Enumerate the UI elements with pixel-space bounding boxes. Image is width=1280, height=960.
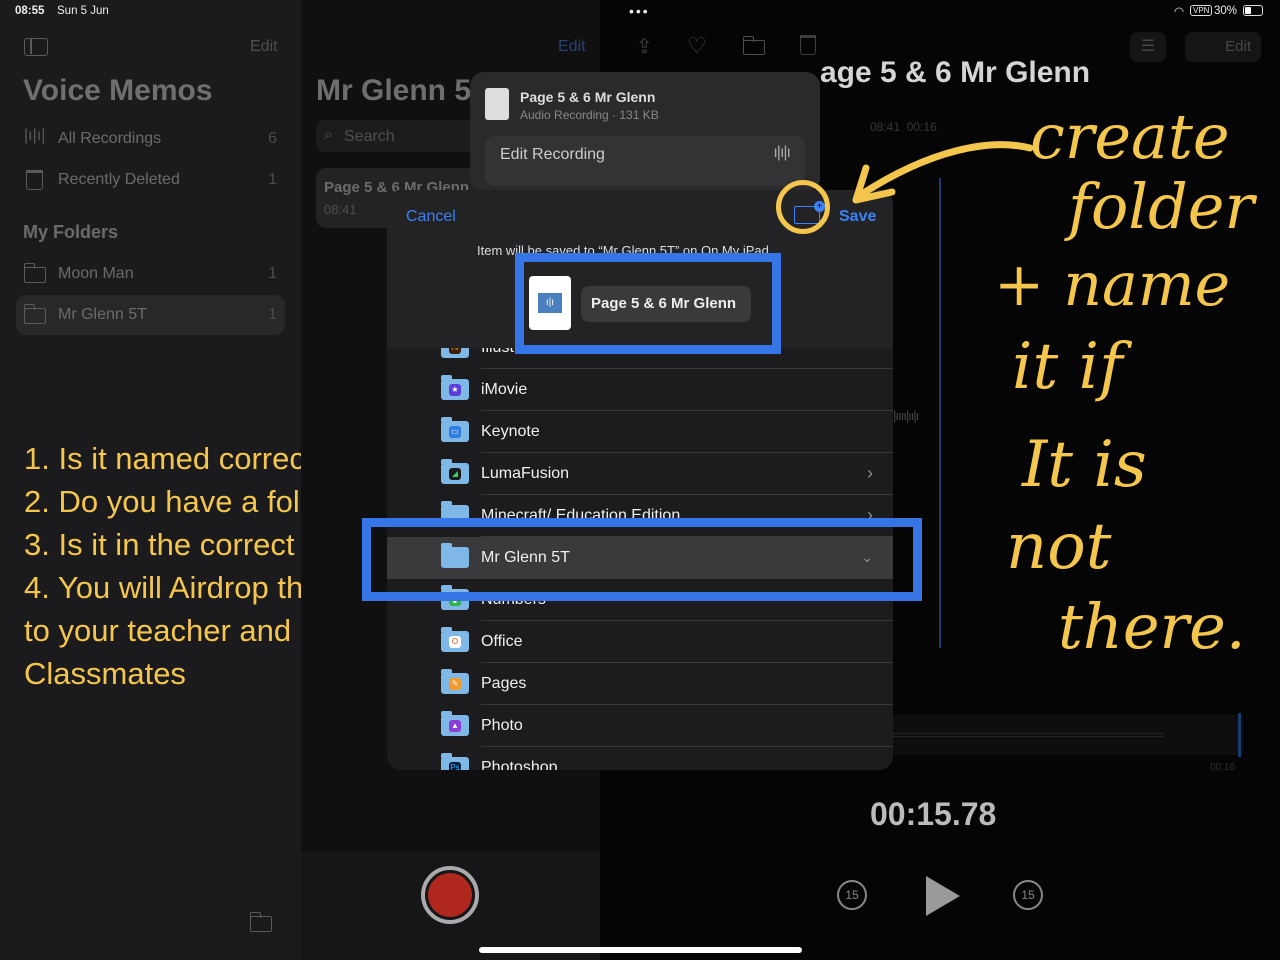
handwriting-it-is: It is — [1022, 428, 1147, 502]
folder-row-office[interactable]: O Office — [387, 621, 893, 663]
trash-icon — [26, 170, 43, 190]
search-icon: ⌕ — [324, 126, 333, 143]
new-folder-circle-annotation — [776, 180, 830, 234]
detail-edit-button[interactable]: Edit — [1185, 32, 1261, 62]
folder-row-photo[interactable]: ▲ Photo — [387, 705, 893, 747]
sidebar-item-label: Moon Man — [58, 265, 134, 282]
folder-name: Keynote — [481, 423, 540, 440]
status-time: 08:55 — [15, 5, 45, 17]
record-button[interactable] — [421, 866, 479, 924]
share-popover: Page 5 & 6 Mr Glenn Audio Recording · 13… — [470, 72, 820, 192]
folder-name: Photo — [481, 717, 523, 734]
folder-icon: ▭ — [441, 417, 469, 442]
status-date: Sun 5 Jun — [57, 5, 109, 17]
sidebar-item-all-recordings[interactable]: |ı|ı| All Recordings 6 — [16, 119, 285, 159]
cancel-button[interactable]: Cancel — [406, 208, 456, 226]
chevron-right-icon: › — [867, 463, 873, 483]
favorite-heart-icon[interactable]: ♡ — [687, 33, 707, 59]
handwriting-folder: folder — [1068, 170, 1255, 243]
sidebar-toggle-icon[interactable] — [24, 38, 48, 56]
folder-row-keynote[interactable]: ▭ Keynote — [387, 411, 893, 453]
arrow-annotation — [852, 141, 1034, 204]
vpn-badge: VPN — [1190, 5, 1213, 16]
scrubber-track[interactable] — [893, 713, 1243, 757]
sidebar-folder-moon-man[interactable]: Moon Man 1 — [16, 254, 285, 294]
handwriting-there: there. — [1058, 590, 1246, 663]
folder-icon: Ai — [441, 348, 469, 358]
skip-back-icon[interactable]: 15 — [837, 880, 867, 910]
sidebar-item-count: 1 — [268, 171, 277, 188]
list-edit-button[interactable]: Edit — [558, 38, 586, 56]
my-folders-heading: My Folders — [23, 222, 119, 242]
recording-time: 08:41 — [324, 202, 357, 217]
folder-row-photoshop[interactable]: Ps Photoshop — [387, 747, 893, 770]
edit-recording-label: Edit Recording — [500, 146, 605, 163]
sidebar-edit-button[interactable]: Edit — [250, 38, 278, 56]
folder-icon: O — [441, 627, 469, 652]
file-thumbnail-icon — [485, 88, 509, 120]
edit-recording-action[interactable]: Edit Recording ı|ı|ı — [485, 136, 805, 186]
popover-file-subtitle: Audio Recording · 131 KB — [520, 108, 659, 122]
playback-timer: 00:15.78 — [870, 796, 997, 832]
waveform-icon: |ı|ı| — [24, 127, 46, 144]
folder-icon: ▲ — [441, 711, 469, 736]
home-indicator[interactable] — [479, 947, 802, 953]
sidebar-item-count: 6 — [268, 130, 277, 147]
skip-forward-icon[interactable]: 15 — [1013, 880, 1043, 910]
folder-row-pages[interactable]: ✎ Pages — [387, 663, 893, 705]
options-icon[interactable]: ☰ — [1130, 32, 1166, 62]
record-bar — [301, 852, 600, 960]
list-title: Mr Glenn 5 — [316, 74, 472, 107]
folder-icon — [24, 263, 46, 283]
folder-row-imovie[interactable]: ★ iMovie — [387, 369, 893, 411]
folder-icon: ★ — [441, 375, 469, 400]
detail-title: age 5 & 6 Mr Glenn — [820, 56, 1091, 89]
filename-highlight-box — [515, 253, 781, 354]
battery-icon — [1243, 5, 1263, 16]
waveform-icon: ı|ı|ı — [773, 144, 791, 161]
folder-row-lumafusion[interactable]: ◢ LumaFusion › — [387, 453, 893, 495]
trash-icon[interactable] — [800, 35, 816, 55]
handwriting-it-if: it if — [1012, 330, 1123, 404]
detail-edit-label: Edit — [1225, 38, 1251, 55]
battery-percent: 30% — [1214, 5, 1238, 17]
sidebar-folder-mr-glenn-5t[interactable]: Mr Glenn 5T 1 — [16, 295, 285, 335]
folder-name: Photoshop — [481, 759, 558, 770]
sidebar-title: Voice Memos — [23, 74, 213, 107]
folder-name: Pages — [481, 675, 527, 692]
sidebar-item-label: Recently Deleted — [58, 171, 180, 188]
folder-icon — [24, 304, 46, 324]
folder-name: iMovie — [481, 381, 528, 398]
folder-name: Office — [481, 633, 523, 650]
sidebar-item-label: All Recordings — [58, 130, 162, 147]
scrubber-end-time: 00:16 — [1210, 762, 1236, 773]
move-folder-icon[interactable] — [743, 36, 765, 55]
waveform-preview: |ıııı|ıı|ı — [893, 408, 919, 423]
save-button[interactable]: Save — [839, 208, 876, 226]
folder-icon: Ps — [441, 753, 469, 770]
new-folder-icon[interactable] — [250, 912, 272, 932]
handwriting-not: not — [1006, 510, 1112, 584]
play-icon[interactable] — [926, 876, 960, 916]
folder-icon: ◢ — [441, 459, 469, 484]
sidebar-item-recently-deleted[interactable]: Recently Deleted 1 — [16, 160, 285, 200]
share-icon[interactable]: ⇪ — [636, 34, 653, 59]
playhead[interactable] — [939, 178, 941, 648]
sidebar-item-label: Mr Glenn 5T — [58, 306, 147, 323]
search-placeholder: Search — [344, 128, 395, 145]
multitask-dots-icon[interactable]: ••• — [629, 3, 650, 19]
app-window: { "status_bar":{"time":"08:55","date":"S… — [0, 0, 1280, 960]
folder-icon: ✎ — [441, 669, 469, 694]
folder-name: LumaFusion — [481, 465, 570, 482]
folder-highlight-box — [362, 518, 922, 601]
sidebar-item-count: 1 — [268, 306, 277, 323]
sidebar-item-count: 1 — [268, 265, 277, 282]
handwriting-name: + name — [994, 250, 1231, 320]
handwriting-create: create — [1030, 100, 1230, 173]
wifi-icon: ◠ — [1174, 6, 1185, 18]
status-bar: 08:55 Sun 5 Jun ••• ◠ VPN 30% — [0, 0, 1280, 24]
popover-file-title: Page 5 & 6 Mr Glenn — [520, 89, 656, 105]
sidebar: Edit Voice Memos |ı|ı| All Recordings 6 … — [0, 0, 395, 960]
